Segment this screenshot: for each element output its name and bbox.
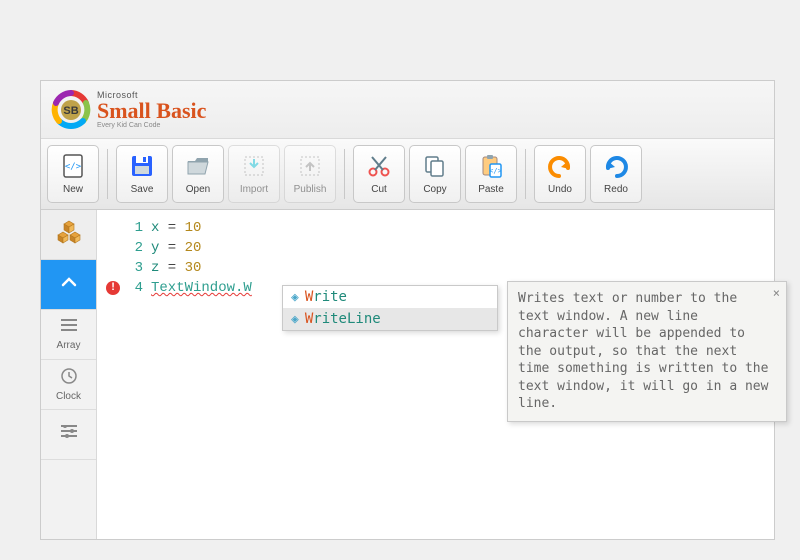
documentation-tooltip: × Writes text or number to the text wind… <box>507 281 787 422</box>
cut-button[interactable]: Cut <box>353 145 405 203</box>
undo-label: Undo <box>548 184 572 195</box>
publish-button[interactable]: Publish <box>284 145 336 203</box>
intellisense-rest: rite <box>313 289 347 305</box>
line-number: 2 <box>123 240 151 256</box>
new-label: New <box>63 184 83 195</box>
sidebar-objects[interactable] <box>41 210 96 260</box>
line-number: 4 <box>123 280 151 296</box>
import-label: Import <box>240 184 268 195</box>
code-line: 3 z = 30 <box>103 258 768 278</box>
toolbar: </> New Save Open Import <box>41 139 774 210</box>
svg-text:</>: </> <box>65 162 82 172</box>
svg-text:</>: </> <box>489 167 502 175</box>
intellisense-prefix: W <box>305 289 313 305</box>
separator <box>344 149 345 199</box>
publish-label: Publish <box>294 184 327 195</box>
save-button[interactable]: Save <box>116 145 168 203</box>
open-folder-icon <box>182 150 214 182</box>
redo-label: Redo <box>604 184 628 195</box>
small-basic-logo-icon: SB <box>51 90 91 130</box>
new-file-icon: </> <box>57 150 89 182</box>
sidebar-clock-label: Clock <box>56 391 81 402</box>
undo-icon <box>544 150 576 182</box>
redo-button[interactable]: Redo <box>590 145 642 203</box>
sidebar-array-label: Array <box>57 340 81 351</box>
svg-text:SB: SB <box>63 105 78 117</box>
code-line: 1 x = 10 <box>103 218 768 238</box>
app-window: SB Microsoft Small Basic Every Kid Can C… <box>40 80 775 540</box>
code-editor[interactable]: 1 x = 10 2 y = 20 3 z = 30 ! 4 TextWindo… <box>97 210 774 539</box>
paste-button[interactable]: </> Paste <box>465 145 517 203</box>
code-token: z <box>151 260 159 276</box>
import-button[interactable]: Import <box>228 145 280 203</box>
intellisense-prefix: W <box>305 311 313 327</box>
code-token: = <box>159 260 184 276</box>
copy-label: Copy <box>423 184 446 195</box>
intellisense-item-write[interactable]: ◈ Write <box>283 286 497 308</box>
intellisense-rest: riteLine <box>313 311 380 327</box>
code-token: = <box>159 220 184 236</box>
tooltip-text: Writes text or number to the text window… <box>518 291 768 411</box>
error-icon[interactable]: ! <box>106 281 120 295</box>
sidebar-item-more[interactable] <box>41 410 96 460</box>
new-button[interactable]: </> New <box>47 145 99 203</box>
logo-text: Microsoft Small Basic Every Kid Can Code <box>97 91 206 129</box>
sidebar-item-clock[interactable]: Clock <box>41 360 96 410</box>
workarea: Array Clock 1 x = 10 2 <box>41 210 774 539</box>
logo-product-name: Small Basic <box>97 100 206 122</box>
intellisense-popup: ◈ Write ◈ WriteLine <box>282 285 498 331</box>
sidebar-item-array[interactable]: Array <box>41 310 96 360</box>
save-icon <box>126 150 158 182</box>
copy-icon <box>419 150 451 182</box>
undo-button[interactable]: Undo <box>534 145 586 203</box>
object-sidebar: Array Clock <box>41 210 97 539</box>
sidebar-collapse[interactable] <box>41 260 96 310</box>
tooltip-close-icon[interactable]: × <box>773 285 780 301</box>
code-token: y <box>151 240 159 256</box>
controls-icon <box>61 425 77 444</box>
clock-icon <box>61 368 77 389</box>
code-token: x <box>151 220 159 236</box>
line-number: 1 <box>123 220 151 236</box>
cubes-icon <box>56 219 82 251</box>
redo-icon <box>600 150 632 182</box>
save-label: Save <box>131 184 154 195</box>
paste-label: Paste <box>478 184 504 195</box>
paste-icon: </> <box>475 150 507 182</box>
open-label: Open <box>186 184 210 195</box>
list-icon <box>61 319 77 338</box>
code-line: 2 y = 20 <box>103 238 768 258</box>
cut-label: Cut <box>371 184 387 195</box>
chevron-up-icon <box>60 273 78 296</box>
code-token: TextWindow.W <box>151 280 252 296</box>
open-button[interactable]: Open <box>172 145 224 203</box>
publish-icon <box>294 150 326 182</box>
code-token: 30 <box>185 260 202 276</box>
copy-button[interactable]: Copy <box>409 145 461 203</box>
separator <box>107 149 108 199</box>
title-bar: SB Microsoft Small Basic Every Kid Can C… <box>41 81 774 139</box>
line-number: 3 <box>123 260 151 276</box>
intellisense-item-writeline[interactable]: ◈ WriteLine <box>283 308 497 330</box>
scissors-icon <box>363 150 395 182</box>
code-token: = <box>159 240 184 256</box>
import-icon <box>238 150 270 182</box>
logo-tagline: Every Kid Can Code <box>97 122 206 129</box>
code-token: 10 <box>185 220 202 236</box>
method-icon: ◈ <box>291 312 299 327</box>
method-icon: ◈ <box>291 290 299 305</box>
separator <box>525 149 526 199</box>
app-logo: SB Microsoft Small Basic Every Kid Can C… <box>51 90 206 130</box>
code-token: 20 <box>185 240 202 256</box>
